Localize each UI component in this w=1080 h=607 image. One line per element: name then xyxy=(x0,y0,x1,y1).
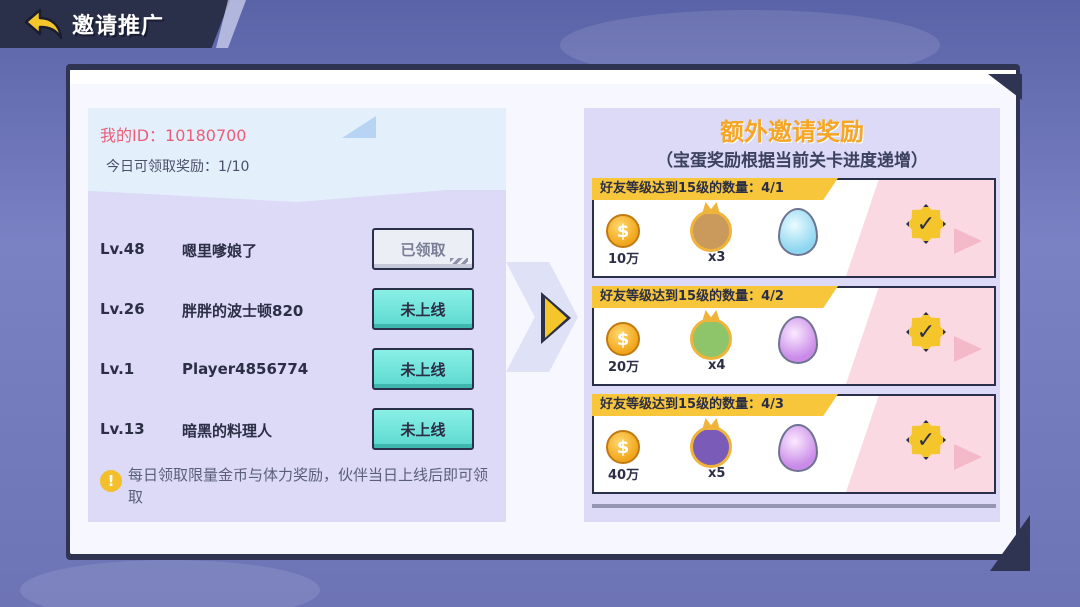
crown-icon xyxy=(702,202,720,214)
my-id-label: 我的ID：10180700 xyxy=(100,126,247,145)
hero-avatar-icon xyxy=(690,318,732,360)
reward-card: 好友等级达到15级的数量：4/3 $ 40万 x5 ✓ xyxy=(592,394,996,494)
reward-requirement: 好友等级达到15级的数量：4/1 xyxy=(592,178,838,200)
hero-avatar-icon xyxy=(690,426,732,468)
page-title: 邀请推广 xyxy=(72,14,165,39)
egg-icon xyxy=(778,208,818,256)
reward-requirement: 好友等级达到15级的数量：4/2 xyxy=(592,286,838,308)
egg-icon xyxy=(778,424,818,472)
id-info-area-edge xyxy=(88,174,506,202)
egg-icon xyxy=(778,316,818,364)
daily-claim-count: 今日可领取奖励：1/10 xyxy=(106,159,250,175)
tip-message: ! 每日领取限量金币与体力奖励，伙伴当日上线后即可领取 xyxy=(100,464,496,508)
friend-row: Lv.26 胖胖的波士顿820 未上线 xyxy=(88,288,506,332)
check-badge-icon: ✓ xyxy=(906,312,946,352)
offline-button[interactable]: 未上线 xyxy=(372,288,474,330)
coin-amount: 20万 xyxy=(608,360,640,375)
reward-card: 好友等级达到15级的数量：4/2 $ 20万 x4 ✓ xyxy=(592,286,996,386)
check-badge-icon: ✓ xyxy=(906,204,946,244)
hero-count: x3 xyxy=(708,250,726,265)
friend-name: 胖胖的波士顿820 xyxy=(182,302,304,320)
friend-name: 暗黑的料理人 xyxy=(182,422,273,440)
info-icon: ! xyxy=(100,470,122,492)
list-edge xyxy=(592,504,996,508)
friend-row: Lv.1 Player4856774 未上线 xyxy=(88,348,506,392)
offline-button[interactable]: 未上线 xyxy=(372,408,474,450)
crown-icon xyxy=(702,418,720,430)
hero-avatar-icon xyxy=(690,210,732,252)
friend-level: Lv.1 xyxy=(100,360,135,378)
friend-list-panel: 我的ID：10180700 今日可领取奖励：1/10 Lv.48 嗯里嗲娘了 已… xyxy=(88,108,506,522)
coin-icon: $ xyxy=(606,322,640,356)
friend-level: Lv.13 xyxy=(100,420,145,438)
extra-reward-title: 额外邀请奖励 xyxy=(720,118,864,146)
coin-icon: $ xyxy=(606,430,640,464)
reward-card: 好友等级达到15级的数量：4/1 $ 10万 x3 ✓ xyxy=(592,178,996,278)
back-button[interactable] xyxy=(22,6,66,42)
coin-icon: $ xyxy=(606,214,640,248)
offline-button[interactable]: 未上线 xyxy=(372,348,474,390)
claimed-button[interactable]: 已领取 xyxy=(372,228,474,270)
crown-icon xyxy=(702,310,720,322)
check-badge-icon: ✓ xyxy=(906,420,946,460)
hero-count: x4 xyxy=(708,358,726,373)
friend-row: Lv.13 暗黑的料理人 未上线 xyxy=(88,408,506,452)
background-cloud xyxy=(20,560,320,607)
hero-count: x5 xyxy=(708,466,726,481)
extra-reward-subtitle: （宝蛋奖励根据当前关卡进度递增） xyxy=(656,151,928,171)
friend-level: Lv.26 xyxy=(100,300,145,318)
coin-amount: 10万 xyxy=(608,252,640,267)
reward-requirement: 好友等级达到15级的数量：4/3 xyxy=(592,394,838,416)
back-arrow-icon xyxy=(24,8,63,40)
friend-name: 嗯里嗲娘了 xyxy=(182,242,258,260)
friend-name: Player4856774 xyxy=(182,360,309,378)
friend-row: Lv.48 嗯里嗲娘了 已领取 xyxy=(88,228,506,272)
coin-amount: 40万 xyxy=(608,468,640,483)
tip-text: 每日领取限量金币与体力奖励，伙伴当日上线后即可领取 xyxy=(128,466,489,506)
friend-level: Lv.48 xyxy=(100,240,145,258)
page-header: 邀请推广 xyxy=(0,0,230,48)
extra-reward-panel: 额外邀请奖励 （宝蛋奖励根据当前关卡进度递增） 好友等级达到15级的数量：4/1… xyxy=(584,108,1000,522)
